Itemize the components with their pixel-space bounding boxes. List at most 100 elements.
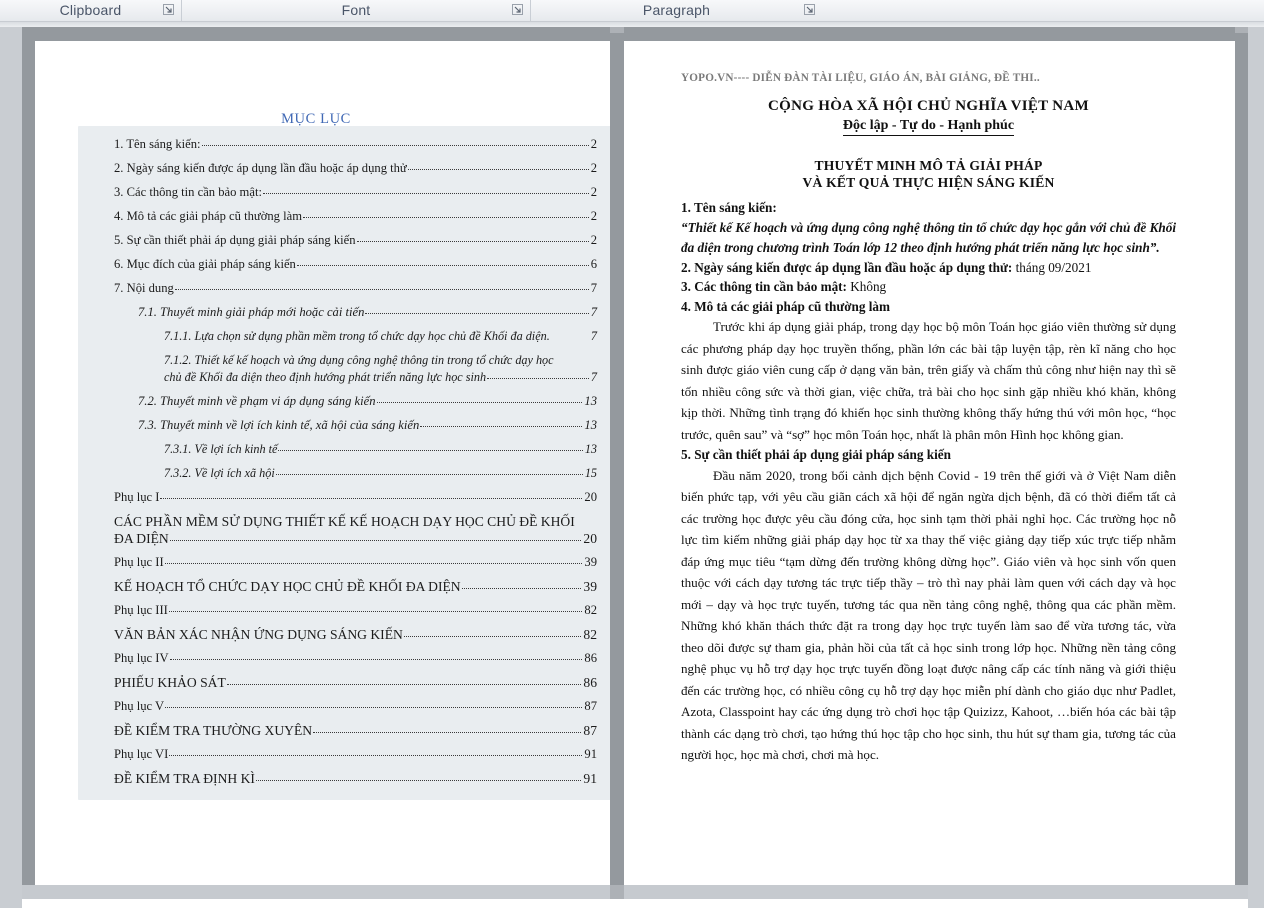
toc-entry[interactable]: 6. Mục đích của giải pháp sáng kiến 6 <box>78 252 615 276</box>
toc-entry[interactable]: 7.2. Thuyết minh về phạm vi áp dụng sáng… <box>78 389 615 413</box>
document-page-left: MỤC LỤC 1. Tên sáng kiến: 2 2. Ngày sáng k… <box>22 27 615 885</box>
toc-entry-text: 1. Tên sáng kiến: <box>114 136 201 151</box>
toc-leader-dots <box>165 700 583 708</box>
toc-entry[interactable]: 5. Sự cần thiết phải áp dụng giải pháp s… <box>78 228 615 252</box>
toc-entry-text: 7. Nội dung <box>114 280 174 295</box>
toc-entry[interactable]: 7. Nội dung 7 <box>78 276 615 300</box>
section-3-label: 3. Các thông tin cần bảo mật: <box>681 279 847 294</box>
toc-page-number: 15 <box>584 465 597 480</box>
ribbon-group-font[interactable]: Font <box>181 0 530 21</box>
toc-entry-text: ĐA DIỆN <box>114 530 169 546</box>
toc-entry[interactable]: KẾ HOẠCH TỔ CHỨC DẠY HỌC CHỦ ĐỀ KHỐI ĐA … <box>78 574 615 598</box>
toc-entry[interactable]: 4. Mô tả các giải pháp cũ thường làm 2 <box>78 204 615 228</box>
toc-entry[interactable]: ĐỀ KIỂM TRA ĐỊNH KÌ 91 <box>78 766 615 790</box>
toc-leader-dots <box>365 306 589 314</box>
toc-leader-dots <box>255 772 582 781</box>
toc-page-number: 20 <box>584 489 597 504</box>
toc-entry-text: Phụ lục III <box>114 602 168 617</box>
document-page-right: YOPO.VN---- DIỄN ĐÀN TÀI LIỆU, GIÁO ÁN, … <box>624 27 1235 885</box>
dialog-launcher-icon[interactable] <box>511 3 524 16</box>
nation-heading: CỘNG HÒA XÃ HỘI CHỦ NGHĨA VIỆT NAM <box>768 98 1089 114</box>
toc-page-number: 86 <box>584 650 597 665</box>
toc-entry[interactable]: Phụ lục V 87 <box>78 694 615 718</box>
toc-entry[interactable]: CÁC PHẦN MỀM SỬ DỤNG THIẾT KẾ KẾ HOẠCH D… <box>78 509 615 550</box>
motto-text: Độc lập - Tự do - Hạnh phúc <box>842 118 1015 136</box>
dialog-launcher-icon[interactable] <box>803 3 816 16</box>
page-frame-bottom-bar <box>22 27 1248 41</box>
section-4-paragraph: Trước khi áp dụng giải pháp, trong dạy h… <box>681 319 1176 442</box>
ribbon-group-label: Clipboard <box>59 2 122 18</box>
toc-page-number: 2 <box>590 184 597 199</box>
toc-page-number: 13 <box>584 417 597 432</box>
toc-entry[interactable]: 1. Tên sáng kiến: 2 <box>78 132 615 156</box>
toc-entry-text: ĐỀ KIỂM TRA THƯỜNG XUYÊN <box>114 722 313 738</box>
toc-page-number: 87 <box>584 698 597 713</box>
dialog-launcher-icon[interactable] <box>162 3 175 16</box>
toc-entry[interactable]: 7.1. Thuyết minh giải pháp mới hoặc cải … <box>78 300 615 324</box>
toc-page-number: 2 <box>590 232 597 247</box>
ribbon-group-paragraph[interactable]: Paragraph <box>530 0 822 21</box>
toc-leader-dots <box>168 604 583 612</box>
toc-entry[interactable]: PHIẾU KHẢO SÁT 86 <box>78 670 615 694</box>
ribbon-group-clipboard[interactable]: Clipboard <box>0 0 181 21</box>
toc-leader-dots <box>160 491 583 499</box>
toc-entry[interactable]: 7.1.1. Lựa chọn sử dụng phần mềm trong t… <box>78 324 615 348</box>
toc-entry[interactable]: Phụ lục III 82 <box>78 598 615 622</box>
document-workspace: MỤC LỤC 1. Tên sáng kiến: 2 2. Ngày sáng k… <box>0 27 1264 908</box>
toc-page-number: 13 <box>584 441 597 456</box>
motto-wrap: Độc lập - Tự do - Hạnh phúc <box>681 117 1176 136</box>
toc-entry[interactable]: 2. Ngày sáng kiến được áp dụng lần đầu h… <box>78 156 615 180</box>
toc-leader-dots <box>169 652 583 660</box>
toc-entry[interactable]: Phụ lục IV 86 <box>78 646 615 670</box>
toc-entry-text: 2. Ngày sáng kiến được áp dụng lần đầu h… <box>114 160 407 175</box>
toc-entry-text: VĂN BẢN XÁC NHẬN ỨNG DỤNG SÁNG KIẾN <box>114 626 403 642</box>
toc-page-number: 7 <box>590 304 597 319</box>
toc-page-number: 86 <box>583 674 597 690</box>
section-heading-5: 5. Sự cần thiết phải áp dụng giải pháp s… <box>681 447 951 462</box>
toc-entry-text: 7.1.1. Lựa chọn sử dụng phần mềm trong t… <box>164 328 550 343</box>
ribbon-group-label: Font <box>341 2 371 18</box>
section-heading-3: 3. Các thông tin cần bảo mật: Không <box>681 277 1176 297</box>
document-title-line-2: VÀ KẾT QUẢ THỰC HIỆN SÁNG KIẾN <box>802 175 1055 190</box>
toc-entry[interactable]: 7.1.2. Thiết kế kế hoạch và ứng dụng côn… <box>78 348 615 389</box>
toc-entry-text: PHIẾU KHẢO SÁT <box>114 674 226 690</box>
page-gutter-bar <box>610 27 624 885</box>
workspace-right-margin <box>1248 27 1264 908</box>
toc-leader-dots <box>376 395 583 403</box>
toc-entry-text: 5. Sự cần thiết phải áp dụng giải pháp s… <box>114 232 356 247</box>
toc-entry[interactable]: ĐỀ KIỂM TRA THƯỜNG XUYÊN 87 <box>78 718 615 742</box>
section-heading-1: 1. Tên sáng kiến: <box>681 200 777 215</box>
toc-leader-dots <box>169 532 582 541</box>
toc-entry[interactable]: 3. Các thông tin cần bảo mật: 2 <box>78 180 615 204</box>
toc-entry[interactable]: Phụ lục VI 91 <box>78 742 615 766</box>
toc-page-number: 82 <box>584 602 597 617</box>
manuscript-body: YOPO.VN---- DIỄN ĐÀN TÀI LIỆU, GIÁO ÁN, … <box>681 72 1176 766</box>
toc-entry-text: 7.2. Thuyết minh về phạm vi áp dụng sáng… <box>138 393 376 408</box>
toc-entry[interactable]: Phụ lục II 39 <box>78 550 615 574</box>
right-bar-top-cap <box>1235 27 1248 33</box>
toc-entry-text: 7.1.2. Thiết kế kế hoạch và ứng dụng côn… <box>164 352 554 367</box>
ribbon-strip: Clipboard Font Paragraph <box>0 0 1264 22</box>
toc-leader-dots <box>262 186 589 194</box>
section-5-paragraph: Đầu năm 2020, trong bối cảnh dịch bệnh C… <box>681 467 1176 763</box>
toc-leader-dots <box>403 628 582 637</box>
toc-leader-dots <box>313 724 582 733</box>
toc-entry[interactable]: 7.3.2. Về lợi ích xã hội 15 <box>78 461 615 485</box>
gutter-bottom-cap <box>610 885 624 899</box>
toc-entry[interactable]: Phụ lục I 20 <box>78 485 615 509</box>
page-frame-left-bar <box>22 27 35 885</box>
toc-entry[interactable]: VĂN BẢN XÁC NHẬN ỨNG DỤNG SÁNG KIẾN 82 <box>78 622 615 646</box>
workspace-left-margin <box>0 27 22 908</box>
toc-leader-dots <box>356 234 589 242</box>
toc-page-number: 82 <box>583 626 597 642</box>
toc-entry-text: 7.3.1. Về lợi ích kinh tế <box>164 441 278 456</box>
toc-entry[interactable]: 7.3.1. Về lợi ích kinh tế 13 <box>78 437 615 461</box>
toc-entry-text: 7.3. Thuyết minh về lợi ích kinh tế, xã … <box>138 417 420 432</box>
toc-entry-text: Phụ lục II <box>114 554 164 569</box>
toc-page-number: 7 <box>590 328 597 343</box>
toc-page-number: 2 <box>590 160 597 175</box>
toc-leader-dots <box>275 467 583 475</box>
toc-entry-text: Phụ lục I <box>114 489 160 504</box>
toc-entry[interactable]: 7.3. Thuyết minh về lợi ích kinh tế, xã … <box>78 413 615 437</box>
